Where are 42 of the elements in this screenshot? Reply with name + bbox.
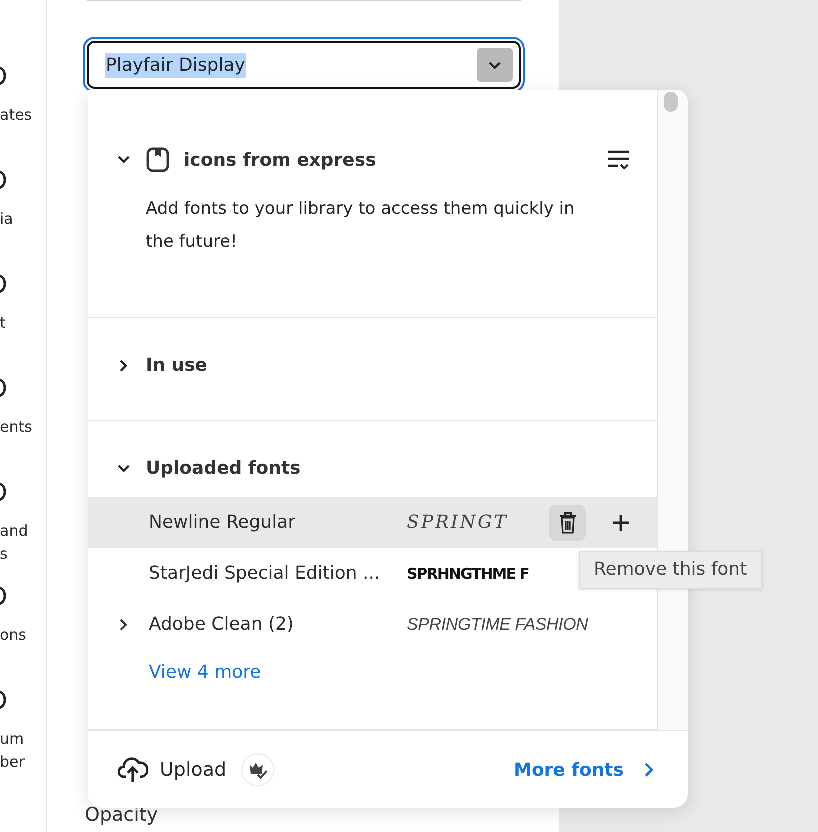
partial-icon[interactable]	[0, 66, 6, 86]
sidebar-label[interactable]: ons	[0, 624, 26, 647]
font-sample: SPRHNGTHME F	[407, 565, 529, 583]
font-name: StarJedi Special Edition ...	[149, 563, 382, 584]
bookmark-icon	[146, 147, 170, 173]
sidebar-label[interactable]: ia	[0, 208, 14, 231]
delete-button[interactable]	[549, 505, 586, 541]
partial-icon[interactable]	[0, 274, 6, 294]
font-name: Playfair Display	[105, 52, 246, 78]
sidebar-label[interactable]: ates	[0, 104, 32, 127]
sidebar-label[interactable]: um ber	[0, 728, 25, 774]
font-sample: SPRINGT	[407, 512, 508, 533]
partial-icon[interactable]	[0, 482, 6, 502]
library-title: icons from express	[184, 150, 376, 170]
partial-icon[interactable]	[0, 378, 6, 398]
font-row[interactable]: Adobe Clean (2) SPRINGTIME FASHION	[88, 599, 657, 650]
partial-icon[interactable]	[0, 170, 6, 190]
caret-icon	[488, 60, 502, 70]
plus-icon[interactable]	[612, 514, 630, 532]
font-name: Newline Regular	[149, 512, 297, 533]
in-use-header[interactable]: In use	[116, 355, 629, 376]
filter-icon[interactable]	[607, 149, 631, 171]
sidebar-label[interactable]: and s	[0, 520, 28, 566]
trash-icon	[558, 512, 576, 534]
font-sample: SPRINGTIME FASHION	[407, 614, 588, 634]
more-fonts-link[interactable]: More fonts	[514, 760, 624, 780]
view-more-link[interactable]: View 4 more	[149, 662, 657, 683]
partial-icon[interactable]	[0, 586, 6, 606]
crown-badge-icon	[240, 753, 275, 787]
sidebar-label[interactable]: t	[0, 312, 6, 335]
sidebar-label[interactable]: ents	[0, 416, 32, 439]
tooltip: Remove this font	[579, 551, 762, 589]
partial-icon[interactable]	[0, 690, 6, 710]
scrollbar-thumb[interactable]	[664, 92, 678, 112]
dropdown-button[interactable]	[477, 48, 513, 82]
font-row-hovered[interactable]: Newline Regular SPRINGT	[88, 497, 657, 548]
opacity-label: Opacity	[85, 804, 160, 826]
uploaded-fonts-header[interactable]: Uploaded fonts	[88, 458, 657, 479]
upload-label[interactable]: Upload	[160, 759, 227, 781]
upload-icon[interactable]	[118, 757, 148, 783]
font-name: Adobe Clean (2)	[149, 614, 295, 635]
library-description: Add fonts to your library to access them quickly in the future!	[146, 198, 576, 254]
